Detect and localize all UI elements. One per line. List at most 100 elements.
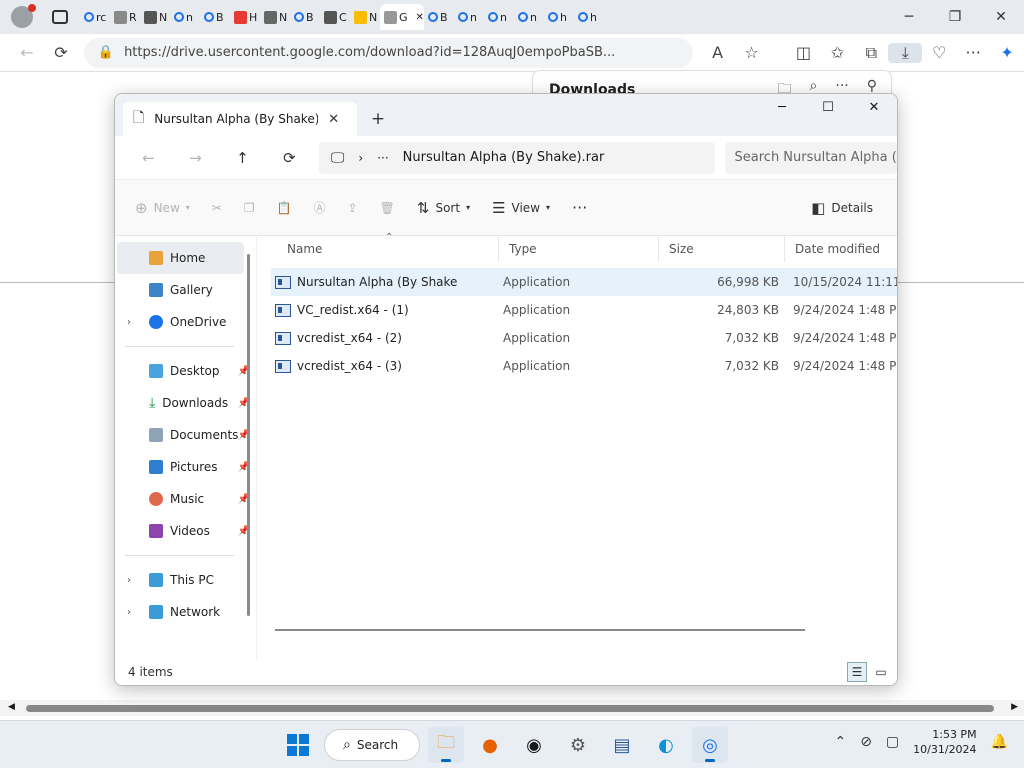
nav-pane-scrollbar[interactable] (247, 254, 250, 616)
nav-item-gallery[interactable]: Gallery (115, 274, 256, 306)
explorer-tab[interactable]: 🗋 Nursultan Alpha (By Shake).rar ✕ (123, 102, 357, 136)
browser-tab[interactable]: n (514, 4, 544, 30)
display-icon[interactable]: ▢ (886, 734, 899, 750)
favorite-star-icon[interactable]: ☆ (735, 43, 769, 62)
close-icon[interactable]: ✕ (978, 9, 1024, 25)
details-view-icon[interactable]: ☰ (847, 662, 867, 682)
minimize-icon[interactable]: ─ (886, 9, 932, 25)
browser-tab[interactable]: H (230, 4, 260, 30)
chevron-right-icon[interactable]: › (127, 575, 131, 586)
browser-tab[interactable]: n (484, 4, 514, 30)
file-row[interactable]: VC_redist.x64 - (1) Application 24,803 K… (271, 296, 897, 324)
settings-app[interactable]: ⚙ (560, 727, 596, 763)
close-icon[interactable]: ✕ (851, 94, 897, 122)
file-row[interactable]: Nursultan Alpha (By Shake Application 66… (271, 268, 897, 296)
page-horizontal-scrollbar[interactable]: ◀ ▶ (0, 700, 1024, 716)
file-row[interactable]: vcredist_x64 - (3) Application 7,032 KB … (271, 352, 897, 380)
tiles-view-icon[interactable]: ▭ (871, 662, 891, 682)
breadcrumb-current[interactable]: Nursultan Alpha (By Shake).rar (403, 150, 605, 165)
scroll-left-icon[interactable]: ◀ (8, 702, 15, 712)
delete-icon[interactable]: 🗑 (380, 201, 395, 215)
column-date-modified[interactable]: Date modified (785, 236, 895, 262)
new-button[interactable]: ⊕ New ▾ (135, 199, 190, 217)
nav-item-documents[interactable]: Documents 📌 (115, 419, 256, 451)
maximize-icon[interactable]: ☐ (805, 94, 851, 122)
edge-app[interactable]: ◐ (648, 727, 684, 763)
browser-tab[interactable]: N (260, 4, 290, 30)
up-arrow-icon[interactable]: ↑ (219, 149, 266, 167)
copilot-icon[interactable]: ✦ (990, 43, 1024, 62)
nav-item-network[interactable]: › Network (115, 596, 256, 628)
browser-tab[interactable]: n (454, 4, 484, 30)
file-row[interactable]: vcredist_x64 - (2) Application 7,032 KB … (271, 324, 897, 352)
breadcrumb-overflow[interactable]: ··· (377, 151, 388, 165)
column-type[interactable]: Type (499, 236, 659, 262)
nav-item-home[interactable]: Home (117, 242, 244, 274)
new-tab-button[interactable]: + (363, 102, 393, 136)
read-aloud-icon[interactable]: A (701, 43, 735, 62)
taskbar-search[interactable]: ⌕ Search (324, 729, 420, 761)
copy-icon[interactable]: ❐ (244, 201, 255, 215)
start-button[interactable] (280, 727, 316, 763)
column-size[interactable]: Size (659, 236, 785, 262)
breadcrumb[interactable]: 🖵 › ··· Nursultan Alpha (By Shake).rar (318, 141, 715, 174)
browser-tab[interactable]: N (140, 4, 170, 30)
nav-item-desktop[interactable]: Desktop 📌 (115, 355, 256, 387)
browser-tab[interactable]: n (170, 4, 200, 30)
chevron-right-icon[interactable]: › (127, 607, 131, 618)
chevron-right-icon[interactable]: › (127, 317, 131, 328)
paste-icon[interactable]: 📋 (277, 201, 292, 215)
network-status-icon[interactable]: ⊘ (860, 734, 872, 750)
settings-more-icon[interactable]: ··· (956, 43, 990, 62)
minimize-icon[interactable]: ─ (759, 94, 805, 122)
file-list-horizontal-scrollbar[interactable] (275, 629, 805, 631)
rename-icon[interactable]: Ⓐ (314, 199, 326, 216)
browser-tab[interactable]: B (200, 4, 230, 30)
chrome-app[interactable]: ◎ (692, 727, 728, 763)
back-arrow-icon[interactable]: ← (125, 149, 172, 167)
split-screen-icon[interactable]: ◫ (787, 43, 821, 62)
forward-arrow-icon[interactable]: → (172, 149, 219, 167)
nav-item-music[interactable]: Music 📌 (115, 483, 256, 515)
nav-item-videos[interactable]: Videos 📌 (115, 515, 256, 547)
file-explorer-app[interactable]: 🗀 (428, 727, 464, 763)
browser-tab[interactable]: rc (80, 4, 110, 30)
browser-tab[interactable]: N (350, 4, 380, 30)
notification-bell-icon[interactable]: 🔔 (991, 734, 1008, 750)
sort-button[interactable]: ⇅ Sort ▾ (417, 199, 470, 217)
refresh-icon[interactable]: ⟳ (44, 43, 78, 62)
downloads-icon[interactable]: ⤓ (888, 42, 923, 63)
nav-item-pictures[interactable]: Pictures 📌 (115, 451, 256, 483)
view-button[interactable]: ☰ View ▾ (492, 199, 550, 217)
browser-essentials-icon[interactable]: ♡ (922, 43, 956, 62)
browser-tab[interactable]: C (320, 4, 350, 30)
close-tab-icon[interactable]: ✕ (416, 12, 424, 23)
clock[interactable]: 1:53 PM 10/31/2024 (913, 727, 976, 757)
scroll-right-icon[interactable]: ▶ (1011, 702, 1018, 712)
back-icon[interactable]: ← (10, 43, 44, 62)
address-bar[interactable]: 🔒 https://drive.usercontent.google.com/d… (83, 37, 693, 68)
profile-avatar[interactable] (11, 4, 36, 28)
refresh-icon[interactable]: ⟳ (266, 149, 313, 167)
share-icon[interactable]: ⇪ (348, 201, 358, 215)
browser-tab[interactable]: h (544, 4, 574, 30)
collections-icon[interactable]: ⧉ (854, 43, 888, 63)
restore-icon[interactable]: ❐ (932, 9, 978, 25)
nav-item-downloads[interactable]: ⤓ Downloads 📌 (115, 387, 256, 419)
more-options-button[interactable]: ··· (572, 198, 587, 217)
browser-tab[interactable]: R (110, 4, 140, 30)
scrollbar-thumb[interactable] (26, 705, 994, 712)
app-shortcut[interactable]: ◉ (516, 727, 552, 763)
browser-tab[interactable]: h (574, 4, 604, 30)
nav-item-onedrive[interactable]: › OneDrive (115, 306, 256, 338)
chevron-up-icon[interactable]: ⌃ (834, 734, 846, 750)
favorites-icon[interactable]: ✩ (820, 43, 854, 62)
close-tab-icon[interactable]: ✕ (328, 112, 339, 127)
tab-actions-icon[interactable] (52, 10, 68, 24)
search-input[interactable]: Search Nursultan Alpha ( (724, 141, 897, 174)
browser-tab[interactable]: G ✕ (380, 4, 424, 30)
cut-icon[interactable]: ✂ (212, 201, 222, 215)
firefox-app[interactable]: ● (472, 727, 508, 763)
nav-item-this-pc[interactable]: › This PC (115, 564, 256, 596)
notepad-app[interactable]: ▤ (604, 727, 640, 763)
